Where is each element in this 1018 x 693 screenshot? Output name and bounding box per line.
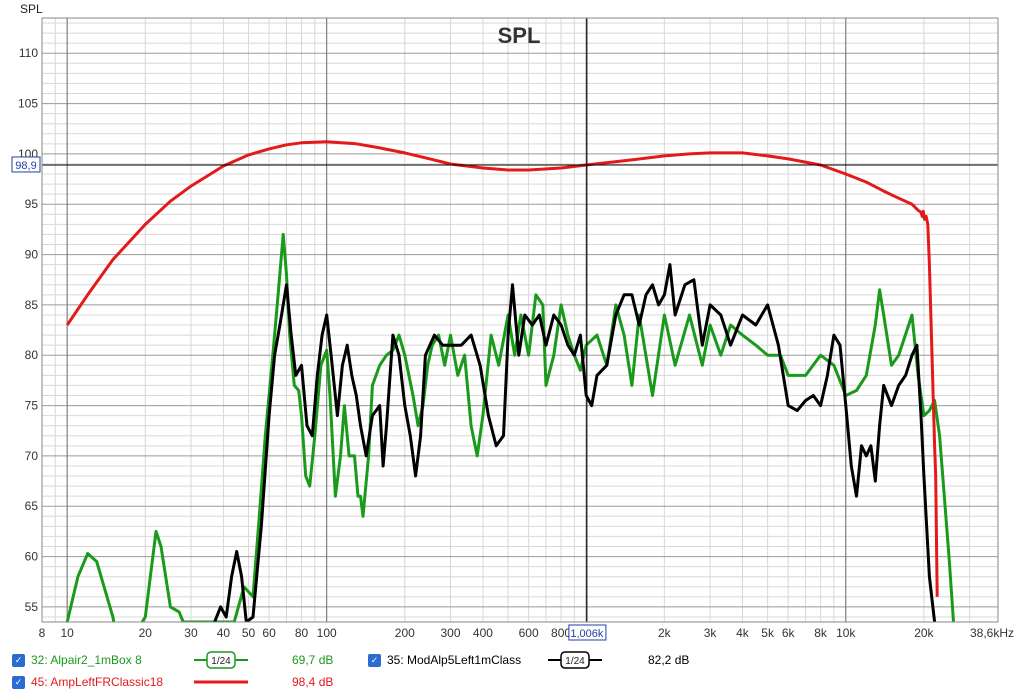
x-tick-label: 300 [441, 626, 461, 640]
y-tick-label: 85 [25, 298, 39, 312]
smoothing-swatch-green[interactable]: 1/24 [194, 650, 248, 670]
x-tick-label: 5k [761, 626, 775, 640]
x-tick-label: 10k [836, 626, 856, 640]
x-tick-label: 100 [317, 626, 337, 640]
x-tick-label: 4k [736, 626, 750, 640]
smoothing-label: 1/24 [211, 656, 231, 667]
smoothing-swatch-black[interactable]: 1/24 [548, 650, 602, 670]
y-tick-label: 75 [25, 399, 39, 413]
y-tick-label: 95 [25, 197, 39, 211]
legend-value: 82,2 dB [648, 653, 690, 667]
x-tick-label: 20 [139, 626, 153, 640]
checkbox-icon[interactable]: ✓ [12, 653, 25, 667]
x-tick-label: 400 [473, 626, 493, 640]
y-tick-label: 90 [25, 248, 39, 262]
legend-row-1: ✓ 32: Alpair2_1mBox 8 1/24 69,7 dB ✓ 35:… [0, 650, 1018, 670]
legend-item-ampleft[interactable]: ✓ 45: AmpLeftFRClassic18 [12, 672, 163, 692]
cursor-x-label: 1,006k [570, 628, 604, 640]
y-tick-label: 105 [18, 97, 38, 111]
spl-chart: 55 60 65 70 75 80 85 90 95 100 105 110 8 10 20 30 40 50 6… [11, 2, 1014, 641]
x-tick-label: 10 [60, 626, 74, 640]
y-tick-label: 60 [25, 550, 39, 564]
y-tick-label: 70 [25, 449, 39, 463]
legend-label: 32: Alpair2_1mBox 8 [31, 653, 142, 667]
x-tick-label: 3k [704, 626, 718, 640]
x-tick-label: 40 [217, 626, 231, 640]
legend-item-alpair2[interactable]: ✓ 32: Alpair2_1mBox 8 [12, 650, 142, 670]
x-tick-label: 600 [519, 626, 539, 640]
x-tick-label: 38,6kHz [970, 626, 1014, 640]
y-tick-label: 55 [25, 600, 39, 614]
x-tick-label: 30 [184, 626, 198, 640]
x-tick-label: 50 [242, 626, 256, 640]
x-tick-label: 6k [782, 626, 796, 640]
y-tick-label: 80 [25, 348, 39, 362]
y-axis-label: SPL [20, 2, 43, 16]
y-tick-label: 110 [19, 46, 38, 60]
chart-title: SPL [498, 23, 541, 48]
x-tick-label: 200 [395, 626, 415, 640]
x-tick-label: 80 [295, 626, 309, 640]
legend-value: 98,4 dB [292, 675, 334, 689]
y-tick-labels: 556065707580859095100105110 [18, 46, 38, 614]
x-tick-label: 20k [914, 626, 934, 640]
legend-row-2: ✓ 45: AmpLeftFRClassic18 98,4 dB [0, 672, 1018, 692]
x-tick-label: 60 [262, 626, 276, 640]
x-tick-label: 8k [814, 626, 828, 640]
checkbox-icon[interactable]: ✓ [12, 675, 25, 689]
smoothing-label: 1/24 [565, 656, 585, 667]
cursor-y-label: 98,9 [15, 160, 36, 172]
x-tick-label: 2k [658, 626, 672, 640]
legend-label: 45: AmpLeftFRClassic18 [31, 675, 164, 689]
y-tick-label: 65 [25, 499, 39, 513]
x-tick-label: 8 [39, 626, 46, 640]
x-tick-labels: 8 10 20 30 40 50 60 80 100 200 300 400 600 800 2k 3k 4k 5… [39, 626, 1014, 640]
x-tick-label: 800 [551, 626, 571, 640]
checkbox-icon[interactable]: ✓ [368, 653, 381, 667]
line-swatch-red[interactable] [194, 672, 248, 692]
legend-value: 69,7 dB [292, 653, 334, 667]
legend-item-modalp5[interactable]: ✓ 35: ModAlp5Left1mClass [368, 650, 521, 670]
legend-label: 35: ModAlp5Left1mClass [387, 653, 522, 667]
